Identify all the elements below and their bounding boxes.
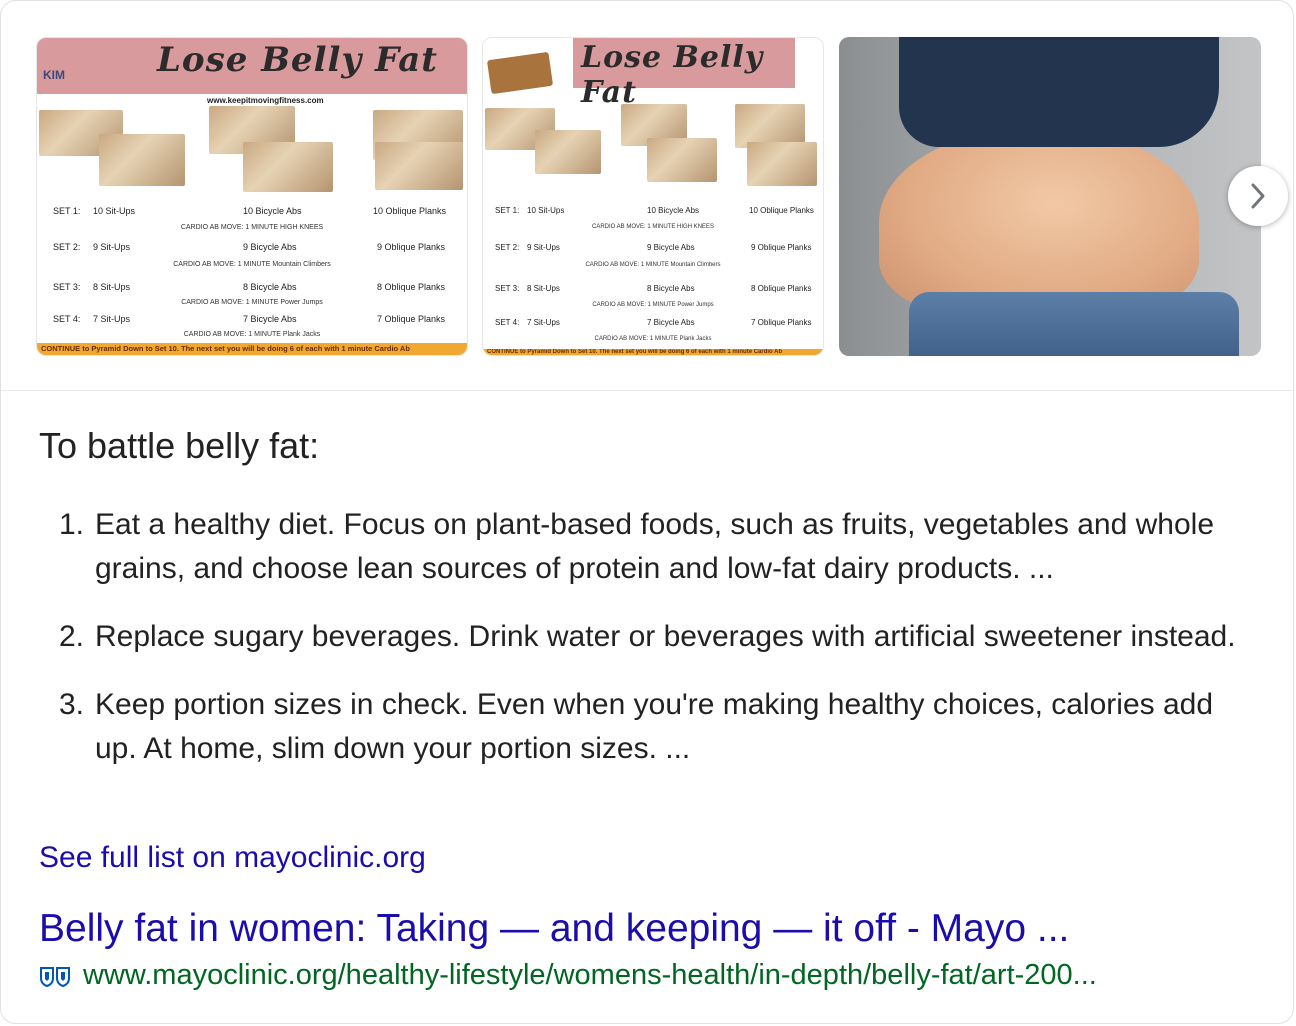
poster-header: Lose Belly Fat (573, 38, 795, 110)
list-item-text: Replace sugary beverages. Drink water or… (95, 620, 1236, 653)
list-item-text: Eat a healthy diet. Focus on plant-based… (95, 508, 1215, 585)
list-item: 1. Eat a healthy diet. Focus on plant-ba… (59, 503, 1259, 591)
list-item-number: 2. (59, 620, 85, 653)
list-item: 2. Replace sugary beverages. Drink water… (59, 615, 1259, 659)
cardio-line: CARDIO AB MOVE: 1 MINUTE Plank Jacks (594, 336, 712, 342)
list-item: 3. Keep portion sizes in check. Even whe… (59, 683, 1259, 771)
kim-logo: KIM (43, 68, 65, 82)
snippet-heading: To battle belly fat: (39, 425, 320, 466)
carousel-next-button[interactable] (1228, 166, 1288, 226)
poster-header: KIM Lose Belly Fat (37, 38, 467, 94)
image-thumbnail-3[interactable] (839, 37, 1261, 356)
mayo-clinic-shield-icon (40, 967, 70, 988)
cardio-line: CARDIO AB MOVE: 1 MINUTE Power Jumps (592, 302, 714, 308)
photo-shirt (899, 37, 1219, 147)
poster-footer: CONTINUE to Pyramid Down to Set 10. The … (483, 349, 823, 355)
list-item-number: 1. (59, 508, 85, 541)
cardio-line: CARDIO AB MOVE: 1 MINUTE Mountain Climbe… (173, 261, 331, 268)
exercise-photo (243, 142, 333, 192)
poster-title: Lose Belly Fat (581, 40, 764, 110)
result-title-link[interactable]: Belly fat in women: Taking — and keeping… (39, 907, 1069, 951)
image-thumbnail-1[interactable]: KIM Lose Belly Fat www.keepitmovingfitne… (36, 37, 468, 356)
snippet-list: 1. Eat a healthy diet. Focus on plant-ba… (59, 503, 1259, 795)
photo-jeans (909, 292, 1239, 356)
poster-title: Lose Belly Fat (157, 40, 439, 80)
exercise-photo (99, 134, 185, 186)
featured-snippet-card: KIM Lose Belly Fat www.keepitmovingfitne… (0, 0, 1295, 1024)
chevron-right-icon (1251, 183, 1265, 209)
cardio-line: CARDIO AB MOVE: 1 MINUTE HIGH KNEES (180, 224, 324, 231)
poster-footer: CONTINUE to Pyramid Down to Set 10. The … (37, 343, 467, 355)
belly-photo (839, 37, 1261, 356)
result-url[interactable]: www.mayoclinic.org/healthy-lifestyle/wom… (83, 959, 1097, 992)
image-thumbnail-2[interactable]: Lose Belly Fat SET 1: 10 Sit-Ups 10 Bicy… (482, 37, 824, 356)
box-logo-icon (486, 51, 554, 95)
cardio-line: CARDIO AB MOVE: 1 MINUTE Power Jumps (181, 299, 323, 306)
exercise-photo (535, 130, 601, 174)
exercise-photo (375, 142, 463, 190)
exercise-photo (647, 138, 717, 182)
see-full-list-link[interactable]: See full list on mayoclinic.org (39, 841, 426, 875)
list-item-number: 3. (59, 688, 85, 721)
divider (1, 390, 1295, 391)
cardio-line: CARDIO AB MOVE: 1 MINUTE Plank Jacks (183, 331, 321, 338)
list-item-text: Keep portion sizes in check. Even when y… (95, 688, 1214, 765)
poster-url: www.keepitmovingfitness.com (207, 96, 324, 105)
cardio-line: CARDIO AB MOVE: 1 MINUTE HIGH KNEES (591, 224, 715, 230)
exercise-photo (747, 142, 817, 186)
cardio-line: CARDIO AB MOVE: 1 MINUTE Mountain Climbe… (585, 262, 721, 268)
photo-skin (879, 127, 1199, 317)
